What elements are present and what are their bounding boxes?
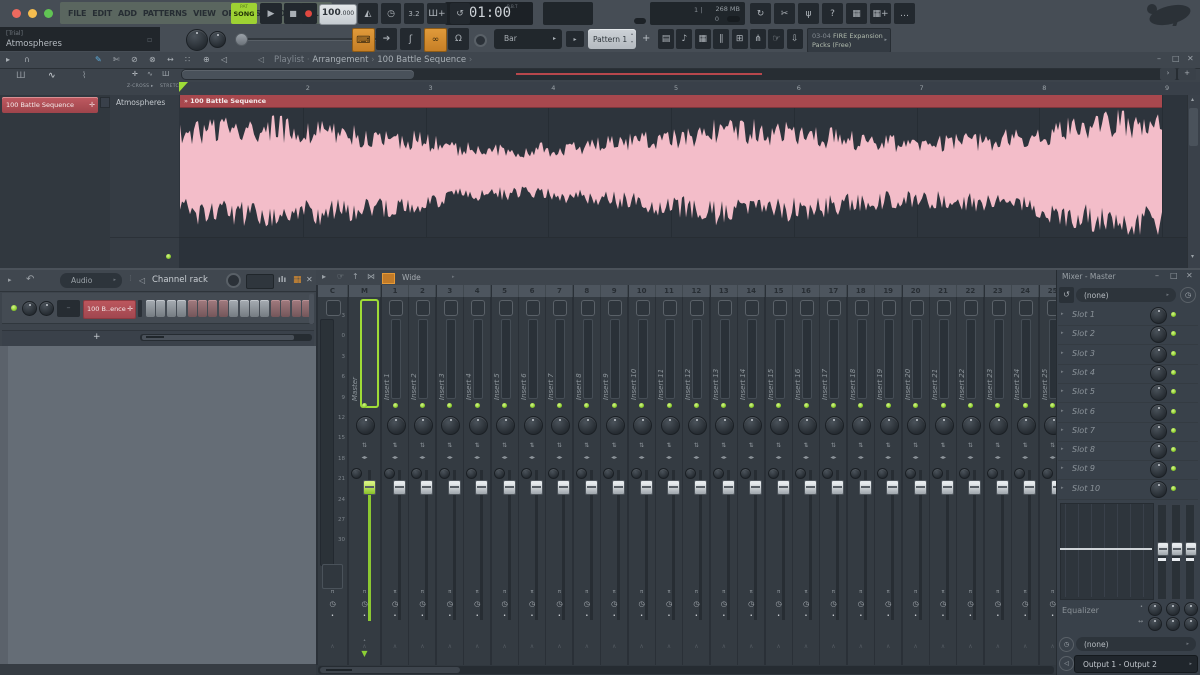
eq-knobs: •↔ bbox=[0, 0, 1200, 675]
eq-knob-6[interactable] bbox=[1184, 617, 1198, 631]
output-speaker-icon bbox=[1064, 660, 1069, 667]
output-speaker-button[interactable] bbox=[1059, 656, 1074, 671]
eq-knob-4[interactable] bbox=[1148, 617, 1162, 631]
insert-selector[interactable]: (none) bbox=[1076, 637, 1196, 651]
insert-selector-arrow-icon bbox=[1186, 641, 1189, 647]
insert-clock-button[interactable] bbox=[1059, 637, 1074, 652]
eq-knob-5[interactable] bbox=[1166, 617, 1180, 631]
fl-studio-window: FILEEDITADDPATTERNSVIEWOPTIONSTOOLSHELP … bbox=[0, 0, 1200, 675]
eq-knob-2[interactable] bbox=[1166, 602, 1180, 616]
eq-dot-icon: • bbox=[1140, 604, 1143, 610]
output-value: Output 1 - Output 2 bbox=[1083, 660, 1157, 669]
eq-knob-1[interactable] bbox=[1148, 602, 1162, 616]
insert-clock-icon bbox=[1064, 641, 1069, 648]
eq-arrows-icon: ↔ bbox=[1138, 618, 1143, 625]
output-selector[interactable]: Output 1 - Output 2 bbox=[1074, 655, 1198, 673]
insert-selector-value: (none) bbox=[1084, 640, 1109, 649]
eq-knob-3[interactable] bbox=[1184, 602, 1198, 616]
mixer-layer: ▸☞↑⋈ Wide CM1234567891011121314151617181… bbox=[0, 0, 1200, 675]
output-arrow-icon bbox=[1189, 661, 1192, 667]
